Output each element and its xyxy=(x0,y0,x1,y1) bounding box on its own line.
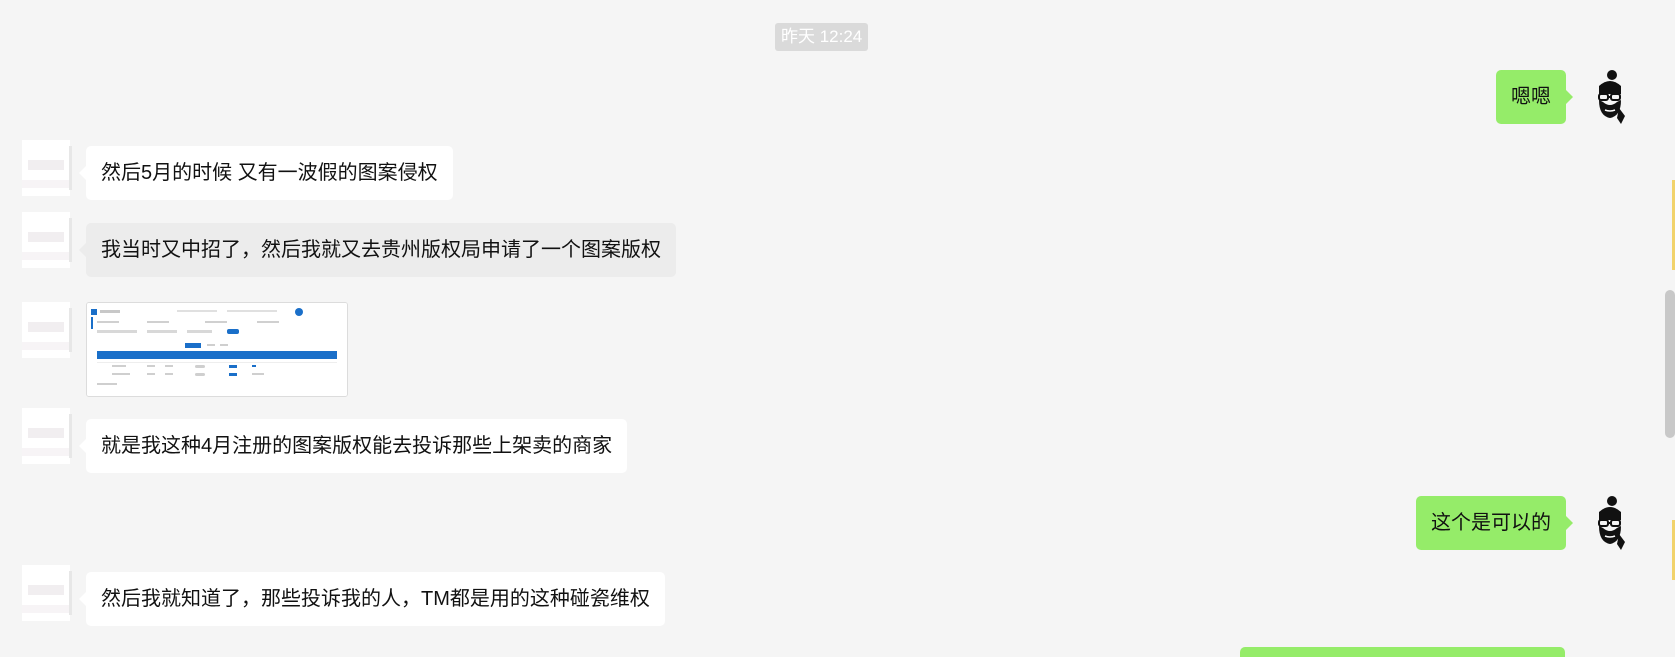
image-message-thumbnail[interactable] xyxy=(86,302,348,397)
bearded-man-avatar-icon xyxy=(1598,70,1625,124)
avatar-blur xyxy=(22,448,70,456)
avatar-edge xyxy=(69,308,72,352)
avatar-edge xyxy=(69,146,72,190)
avatar-blur xyxy=(28,322,64,332)
outgoing-message-bubble-partial[interactable] xyxy=(1240,647,1565,657)
peer-avatar[interactable] xyxy=(22,212,72,268)
self-avatar[interactable] xyxy=(1585,68,1635,124)
avatar-blur xyxy=(22,252,70,260)
incoming-message-bubble[interactable]: 然后我就知道了，那些投诉我的人，TM都是用的这种碰瓷维权 xyxy=(79,572,665,626)
self-avatar[interactable] xyxy=(1585,494,1635,550)
peer-avatar[interactable] xyxy=(22,302,72,358)
incoming-message-bubble[interactable]: 然后5月的时候 又有一波假的图案侵权 xyxy=(79,146,453,200)
bearded-man-avatar-icon xyxy=(1598,496,1625,550)
avatar-blur xyxy=(22,605,70,613)
avatar-blur xyxy=(22,180,70,188)
outgoing-message-bubble[interactable]: 这个是可以的 xyxy=(1416,496,1573,550)
screenshot-preview xyxy=(87,303,347,396)
avatar-blur xyxy=(28,232,64,242)
chat-message-area[interactable]: 昨天 12:24 嗯嗯 然后5月的时候 又有一波假的图案侵权 我当时又中招了，然… xyxy=(0,0,1675,657)
avatar-blur xyxy=(28,428,64,438)
avatar-blur xyxy=(28,585,64,595)
scrollbar-thumb[interactable] xyxy=(1665,290,1675,438)
peer-avatar[interactable] xyxy=(22,565,72,621)
incoming-message-bubble[interactable]: 我当时又中招了，然后我就又去贵州版权局申请了一个图案版权 xyxy=(79,223,676,277)
outgoing-message-bubble[interactable]: 嗯嗯 xyxy=(1496,70,1573,124)
incoming-message-bubble[interactable]: 就是我这种4月注册的图案版权能去投诉那些上架卖的商家 xyxy=(78,419,628,473)
timestamp-divider: 昨天 12:24 xyxy=(775,23,869,51)
avatar-edge xyxy=(69,218,72,262)
avatar-edge xyxy=(69,414,72,458)
avatar-blur xyxy=(22,342,70,350)
avatar-edge xyxy=(69,571,72,615)
peer-avatar[interactable] xyxy=(22,408,72,464)
peer-avatar[interactable] xyxy=(22,140,72,196)
avatar-blur xyxy=(28,160,64,170)
